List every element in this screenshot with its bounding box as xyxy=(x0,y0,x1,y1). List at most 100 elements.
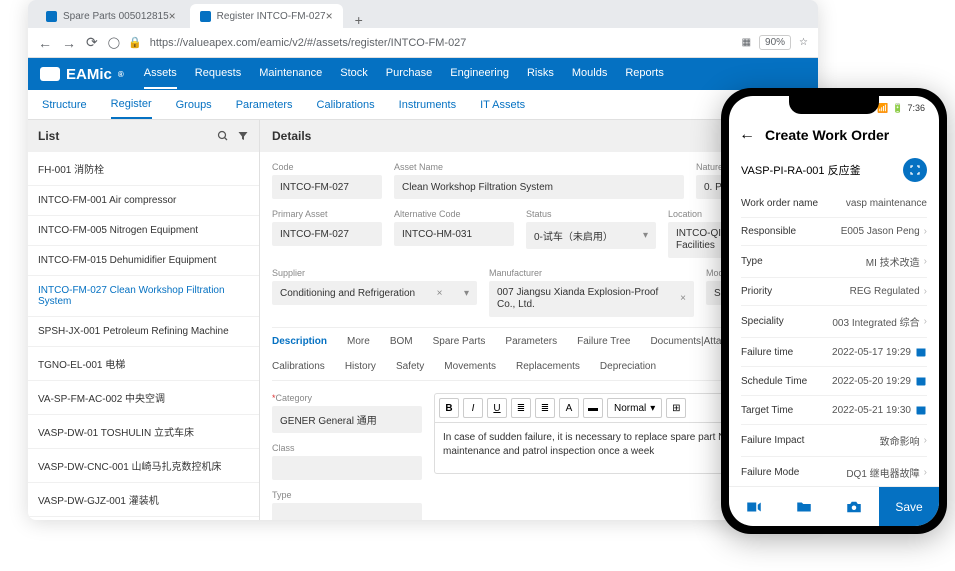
zoom-level[interactable]: 90% xyxy=(759,35,791,50)
asset-name-field[interactable]: Clean Workshop Filtration System xyxy=(394,175,684,199)
detail-tab[interactable]: Failure Tree xyxy=(577,336,630,347)
subnav-item-parameters[interactable]: Parameters xyxy=(236,92,293,118)
video-button[interactable] xyxy=(729,487,779,526)
detail-tab[interactable]: Spare Parts xyxy=(433,336,486,347)
list-item[interactable]: TGNO-EL-001 电梯 xyxy=(28,347,259,381)
form-row[interactable]: Work order namevasp maintenance xyxy=(741,190,927,218)
bg-color-button[interactable]: ▬ xyxy=(583,398,603,418)
filter-icon[interactable] xyxy=(237,130,249,142)
detail-tab[interactable]: Movements xyxy=(444,361,496,372)
detail-tab[interactable]: BOM xyxy=(390,336,413,347)
manufacturer-field[interactable]: 007 Jiangsu Xianda Explosion-Proof Co., … xyxy=(489,281,694,317)
chevron-down-icon: ▾ xyxy=(650,403,655,414)
bookmark-icon[interactable]: ☆ xyxy=(799,37,808,48)
search-icon[interactable] xyxy=(217,130,229,142)
field-label: Type xyxy=(272,490,422,500)
class-field[interactable] xyxy=(272,456,422,480)
format-dropdown[interactable]: Normal▾ xyxy=(607,398,662,418)
number-list-button[interactable]: ≣ xyxy=(535,398,555,418)
subnav-item-calibrations[interactable]: Calibrations xyxy=(317,92,375,118)
detail-tab[interactable]: Replacements xyxy=(516,361,580,372)
list-body[interactable]: FH-001 消防栓INTCO-FM-001 Air compressorINT… xyxy=(28,152,259,520)
detail-tab[interactable]: Safety xyxy=(396,361,424,372)
detail-tab[interactable]: Calibrations xyxy=(272,361,325,372)
category-field[interactable]: GENER General 通用 xyxy=(272,406,422,433)
supplier-field[interactable]: Conditioning and Refrigeration×▾ xyxy=(272,281,477,305)
detail-tab[interactable]: History xyxy=(345,361,376,372)
save-button[interactable]: Save xyxy=(879,487,939,526)
list-item[interactable]: INTCO-FM-027 Clean Workshop Filtration S… xyxy=(28,276,259,317)
reload-icon[interactable]: ⟳ xyxy=(86,34,98,51)
close-icon[interactable]: × xyxy=(169,9,176,23)
type-field[interactable] xyxy=(272,503,422,520)
form-row[interactable]: Failure Impact致命影响› xyxy=(741,425,927,457)
code-field[interactable]: INTCO-FM-027 xyxy=(272,175,382,199)
underline-button[interactable]: U xyxy=(487,398,507,418)
app-header: EAMic® Assets Requests Maintenance Stock Pur… xyxy=(28,58,818,90)
clear-icon[interactable]: × xyxy=(680,293,686,305)
list-item[interactable]: INTCO-FM-001 Air compressor xyxy=(28,186,259,216)
list-item[interactable]: VASP-DW-01 TOSHULIN 立式车床 xyxy=(28,415,259,449)
form-area[interactable]: Work order namevasp maintenanceResponsib… xyxy=(729,190,939,486)
text-color-button[interactable]: A xyxy=(559,398,579,418)
nav-item-reports[interactable]: Reports xyxy=(625,59,664,89)
subnav-item-it-assets[interactable]: IT Assets xyxy=(480,92,525,118)
list-item[interactable]: VA-SP-FM-AC-002 中央空调 xyxy=(28,381,259,415)
asset-row[interactable]: VASP-PI-RA-001 反应釜 xyxy=(729,150,939,190)
detail-tab[interactable]: Description xyxy=(272,336,327,347)
alt-code-field[interactable]: INTCO-HM-031 xyxy=(394,222,514,246)
forward-icon[interactable]: → xyxy=(62,35,76,51)
nav-item-risks[interactable]: Risks xyxy=(527,59,554,89)
list-item[interactable]: SPSH-JX-001 Petroleum Refining Machine xyxy=(28,317,259,347)
qr-icon[interactable]: ▦ xyxy=(742,37,751,48)
form-row[interactable]: Failure time2022-05-17 19:29 xyxy=(741,338,927,367)
list-item[interactable]: INTCO-FM-015 Dehumidifier Equipment xyxy=(28,246,259,276)
browser-tab[interactable]: Spare Parts 005012815 × xyxy=(36,4,186,28)
detail-tab[interactable]: More xyxy=(347,336,370,347)
bold-button[interactable]: B xyxy=(439,398,459,418)
form-row[interactable]: Failure ModeDQ1 继电器故障› xyxy=(741,457,927,486)
battery-icon: 🔋 xyxy=(892,103,903,114)
form-row[interactable]: Target Time2022-05-21 19:30 xyxy=(741,396,927,425)
form-row[interactable]: TypeMI 技术改造› xyxy=(741,246,927,278)
list-item[interactable]: FH-001 消防栓 xyxy=(28,152,259,186)
detail-tab[interactable]: Parameters xyxy=(505,336,557,347)
address-bar[interactable]: ◯ 🔒 https://valueapex.com/eamic/v2/#/ass… xyxy=(108,36,732,49)
chevron-right-icon: › xyxy=(924,256,927,267)
list-item[interactable]: VASP-DW-JLSB-005 精炼设备 xyxy=(28,517,259,520)
subnav-item-structure[interactable]: Structure xyxy=(42,92,87,118)
camera-button[interactable] xyxy=(829,487,879,526)
italic-button[interactable]: I xyxy=(463,398,483,418)
primary-asset-field[interactable]: INTCO-FM-027 xyxy=(272,222,382,246)
nav-item-maintenance[interactable]: Maintenance xyxy=(259,59,322,89)
list-item[interactable]: VASP-DW-GJZ-001 灌装机 xyxy=(28,483,259,517)
insert-button[interactable]: ⊞ xyxy=(666,398,686,418)
form-row[interactable]: ResponsibleE005 Jason Peng› xyxy=(741,218,927,246)
new-tab-button[interactable]: + xyxy=(347,12,371,28)
back-icon[interactable]: ← xyxy=(38,35,52,51)
nav-item-engineering[interactable]: Engineering xyxy=(450,59,509,89)
detail-tab[interactable]: Depreciation xyxy=(600,361,656,372)
nav-item-stock[interactable]: Stock xyxy=(340,59,368,89)
subnav-item-instruments[interactable]: Instruments xyxy=(399,92,456,118)
status-field[interactable]: 0-试车（未启用）▾ xyxy=(526,222,656,249)
close-icon[interactable]: × xyxy=(326,9,333,23)
brand-logo[interactable]: EAMic® xyxy=(40,66,124,83)
subnav-item-register[interactable]: Register xyxy=(111,91,152,119)
folder-button[interactable] xyxy=(779,487,829,526)
list-item[interactable]: VASP-DW-CNC-001 山崎马扎克数控机床 xyxy=(28,449,259,483)
scan-button[interactable] xyxy=(903,158,927,182)
browser-tab[interactable]: Register INTCO-FM-027 × xyxy=(190,4,343,28)
list-item[interactable]: INTCO-FM-005 Nitrogen Equipment xyxy=(28,216,259,246)
form-row[interactable]: Speciality003 Integrated 综合› xyxy=(741,306,927,338)
nav-item-moulds[interactable]: Moulds xyxy=(572,59,607,89)
form-row[interactable]: Schedule Time2022-05-20 19:29 xyxy=(741,367,927,396)
nav-item-requests[interactable]: Requests xyxy=(195,59,241,89)
clear-icon[interactable]: × xyxy=(437,288,443,299)
back-icon[interactable]: ← xyxy=(739,126,755,144)
bullet-list-button[interactable]: ≣ xyxy=(511,398,531,418)
nav-item-purchase[interactable]: Purchase xyxy=(386,59,432,89)
form-row[interactable]: PriorityREG Regulated› xyxy=(741,278,927,306)
nav-item-assets[interactable]: Assets xyxy=(144,59,177,89)
subnav-item-groups[interactable]: Groups xyxy=(176,92,212,118)
